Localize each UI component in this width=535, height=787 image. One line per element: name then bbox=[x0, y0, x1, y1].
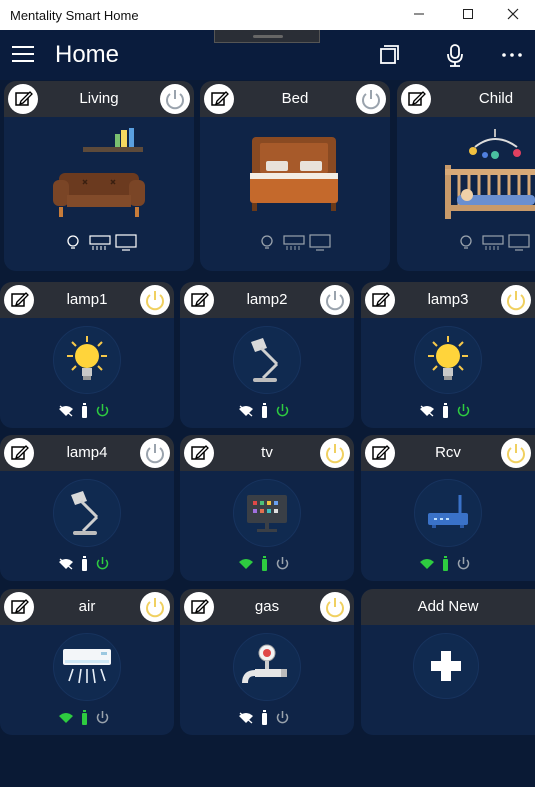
device-card-header: gas bbox=[180, 589, 354, 625]
device-card-header: lamp1 bbox=[0, 282, 174, 318]
device-icon-circle bbox=[53, 326, 121, 394]
device-status-icons bbox=[237, 556, 301, 571]
room-card-bed[interactable]: Bed bbox=[200, 81, 390, 271]
edit-icon[interactable] bbox=[401, 84, 431, 114]
bulb-on-icon bbox=[61, 334, 113, 391]
add-new-header: Add New bbox=[361, 589, 535, 625]
device-card-lamp1[interactable]: lamp1 bbox=[0, 282, 174, 428]
power-icon[interactable] bbox=[501, 285, 531, 315]
add-new-card[interactable]: Add New bbox=[361, 589, 535, 735]
device-icon-circle bbox=[414, 326, 482, 394]
tv-icon bbox=[241, 487, 293, 544]
device-icon-circle bbox=[233, 479, 301, 547]
device-status-icons bbox=[418, 556, 482, 571]
bulb-on-icon bbox=[422, 334, 474, 391]
power-icon[interactable] bbox=[160, 84, 190, 114]
add-new-label: Add New bbox=[417, 598, 479, 615]
window-titlebar: Mentality Smart Home bbox=[0, 0, 535, 30]
room-devices-icon bbox=[67, 234, 137, 251]
power-icon[interactable] bbox=[140, 592, 170, 622]
power-icon[interactable] bbox=[320, 438, 350, 468]
device-card-air[interactable]: air bbox=[0, 589, 174, 735]
device-status-icons bbox=[57, 710, 121, 725]
minimize-button[interactable] bbox=[396, 0, 441, 30]
room-card-living[interactable]: Living bbox=[4, 81, 194, 271]
sofa-icon bbox=[49, 125, 149, 226]
device-card-lamp3[interactable]: lamp3 bbox=[361, 282, 535, 428]
device-status-icons bbox=[418, 403, 482, 418]
close-icon bbox=[507, 8, 518, 20]
power-icon[interactable] bbox=[320, 285, 350, 315]
power-icon[interactable] bbox=[140, 438, 170, 468]
desk-lamp-icon bbox=[241, 334, 293, 391]
room-name: Child bbox=[478, 90, 514, 107]
device-card-lamp2[interactable]: lamp2 bbox=[180, 282, 354, 428]
copy-icon[interactable] bbox=[374, 40, 404, 70]
add-new-circle bbox=[413, 633, 479, 699]
device-card-header: lamp4 bbox=[0, 435, 174, 471]
maximize-icon bbox=[462, 9, 473, 19]
page-title: Home bbox=[55, 41, 120, 68]
room-status-icons bbox=[258, 233, 336, 253]
microphone-icon[interactable] bbox=[440, 40, 470, 70]
power-icon[interactable] bbox=[501, 438, 531, 468]
maximize-button[interactable] bbox=[445, 0, 490, 30]
hamburger-menu-icon[interactable] bbox=[12, 46, 34, 64]
device-icon-circle bbox=[53, 479, 121, 547]
room-card-header: Living bbox=[4, 81, 194, 117]
more-options-icon[interactable] bbox=[498, 40, 528, 70]
device-card-header: lamp3 bbox=[361, 282, 535, 318]
minimize-icon bbox=[413, 13, 424, 15]
device-icon-circle bbox=[414, 479, 482, 547]
device-status-icons bbox=[57, 403, 121, 418]
device-status-icons bbox=[57, 556, 121, 571]
device-icon-circle bbox=[53, 633, 121, 701]
device-icon-circle bbox=[233, 326, 301, 394]
device-card-lamp4[interactable]: lamp4 bbox=[0, 435, 174, 581]
room-card-header: Bed bbox=[200, 81, 390, 117]
power-icon[interactable] bbox=[140, 285, 170, 315]
device-icon-circle bbox=[233, 633, 301, 701]
air-conditioner-icon bbox=[61, 641, 113, 698]
device-card-header: Rcv bbox=[361, 435, 535, 471]
device-card-header: tv bbox=[180, 435, 354, 471]
router-icon bbox=[422, 487, 474, 544]
room-devices-icon bbox=[460, 234, 530, 251]
plus-icon bbox=[431, 651, 461, 681]
drag-handle[interactable] bbox=[214, 30, 320, 43]
device-card-header: air bbox=[0, 589, 174, 625]
gas-valve-icon bbox=[241, 641, 293, 698]
room-card-child[interactable]: Child bbox=[397, 81, 535, 271]
device-card-gas[interactable]: gas bbox=[180, 589, 354, 735]
desk-lamp-icon bbox=[61, 487, 113, 544]
window-title: Mentality Smart Home bbox=[10, 8, 139, 23]
room-status-icons bbox=[457, 233, 535, 253]
bed-icon bbox=[246, 131, 342, 220]
room-card-header: Child bbox=[397, 81, 535, 117]
device-card-header: lamp2 bbox=[180, 282, 354, 318]
room-devices-icon bbox=[261, 234, 331, 251]
room-status-icons bbox=[64, 233, 142, 253]
close-button[interactable] bbox=[490, 0, 535, 30]
crib-icon bbox=[445, 125, 535, 226]
device-card-tv[interactable]: tv bbox=[180, 435, 354, 581]
power-icon[interactable] bbox=[320, 592, 350, 622]
device-card-rcv[interactable]: Rcv bbox=[361, 435, 535, 581]
power-icon[interactable] bbox=[356, 84, 386, 114]
device-status-icons bbox=[237, 710, 301, 725]
device-status-icons bbox=[237, 403, 301, 418]
